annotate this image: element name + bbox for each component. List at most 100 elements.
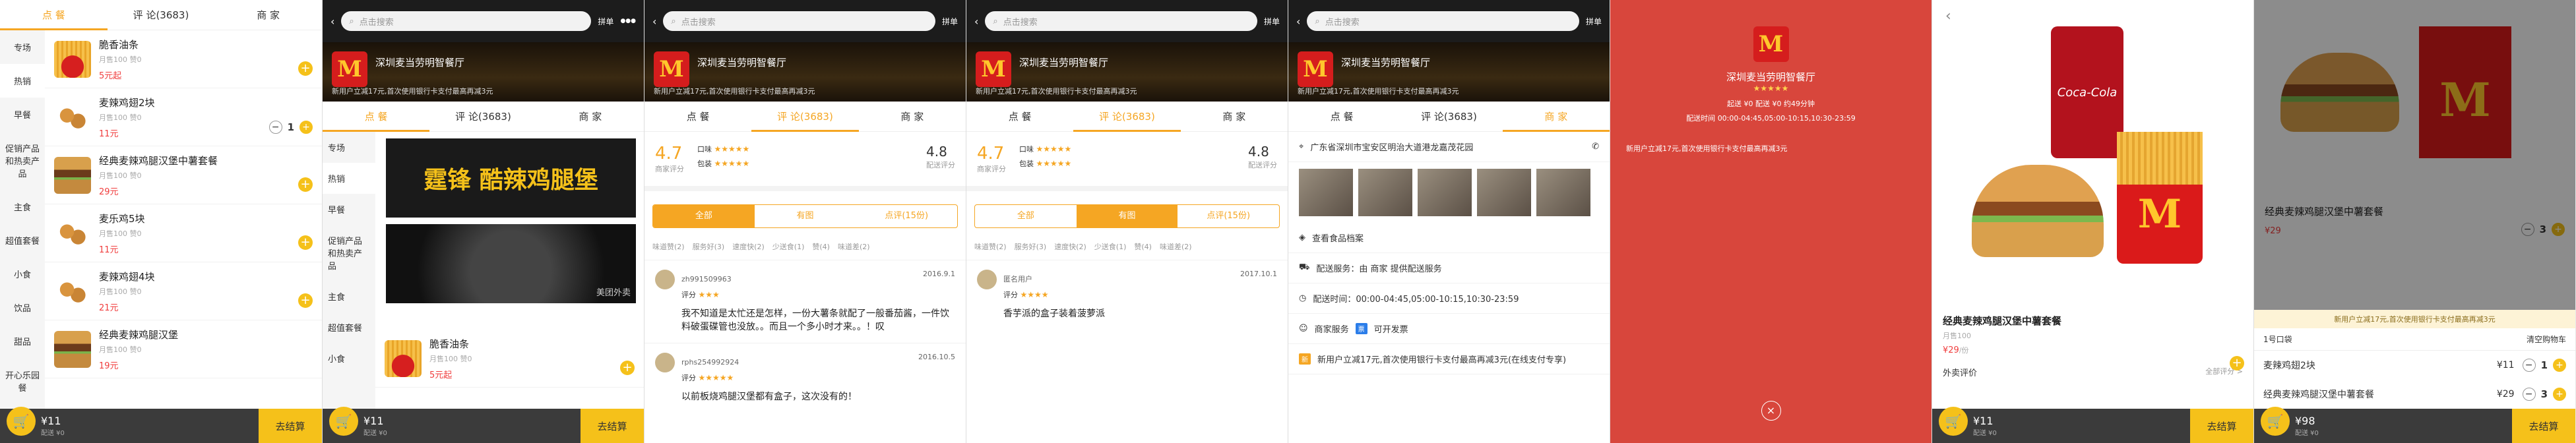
category-item[interactable]: 主食 — [323, 281, 375, 312]
tab-merchant[interactable]: 商 家 — [859, 102, 966, 132]
tab-order[interactable]: 点 餐 — [644, 102, 751, 132]
tab-merchant[interactable]: 商 家 — [214, 0, 322, 30]
category-item[interactable]: 热销 — [0, 64, 45, 98]
category-item[interactable]: 早餐 — [323, 194, 375, 225]
promo-banner[interactable]: 美团外卖 — [386, 224, 636, 303]
back-icon[interactable]: ‹ — [974, 15, 978, 28]
menu-item[interactable]: 麦辣鸡翅4块 月售100 赞0 21元 + — [45, 262, 322, 320]
filter-comment[interactable]: 点评(15份) — [856, 205, 957, 227]
share-button[interactable]: 拼单 — [598, 16, 613, 27]
tab-merchant[interactable]: 商 家 — [537, 102, 644, 132]
back-icon[interactable]: ‹ — [1945, 8, 1951, 24]
promo-banner[interactable]: 霆锋 酷辣鸡腿堡 — [386, 138, 636, 218]
tab-merchant[interactable]: 商 家 — [1181, 102, 1288, 132]
tag[interactable]: 味道赞(2) — [652, 241, 685, 252]
tag[interactable]: 速度快(2) — [1054, 241, 1086, 252]
filter-photo[interactable]: 有图 — [755, 205, 856, 227]
quantity-stepper[interactable]: −1 + — [2522, 359, 2566, 372]
add-button[interactable]: + — [298, 61, 313, 76]
filter-photo[interactable]: 有图 — [1076, 205, 1178, 227]
add-button[interactable]: + — [298, 235, 313, 250]
category-item[interactable]: 小食 — [323, 343, 375, 374]
menu-item[interactable]: 经典麦辣鸡腿汉堡中薯套餐 月售100 赞0 29元 + — [45, 146, 322, 204]
menu-item[interactable]: 麦辣鸡翅2块 月售100 赞0 11元 −1 + — [45, 88, 322, 146]
category-item[interactable]: 专场 — [323, 132, 375, 163]
qualification-row[interactable]: ◈ 查看食品档案 — [1288, 223, 1610, 253]
tab-order[interactable]: 点 餐 — [966, 102, 1073, 132]
minus-icon[interactable]: − — [2522, 388, 2536, 401]
shop-photo[interactable] — [1418, 169, 1472, 216]
tag[interactable]: 味道差(2) — [1160, 241, 1192, 252]
category-item[interactable]: 小食 — [0, 257, 45, 291]
shop-photo[interactable] — [1358, 169, 1412, 216]
checkout-button[interactable]: 去结算 — [259, 409, 322, 443]
close-icon[interactable]: × — [1761, 401, 1781, 421]
search-input[interactable]: ⌕ 点击搜索 — [341, 11, 592, 31]
menu-item[interactable]: 麦乐鸡5块 月售100 赞0 11元 + — [45, 204, 322, 262]
cart-icon[interactable]: 🛒 — [2261, 407, 2290, 436]
tab-reviews[interactable]: 评 论(3683) — [429, 102, 536, 132]
category-item[interactable]: 甜品 — [0, 324, 45, 358]
cart-icon[interactable]: 🛒 — [329, 407, 358, 436]
tag[interactable]: 服务好(3) — [1015, 241, 1047, 252]
share-button[interactable]: 拼单 — [942, 16, 958, 27]
clear-cart-button[interactable]: 清空购物车 — [2527, 334, 2566, 345]
category-item[interactable]: 促销产品和热卖产品 — [0, 131, 45, 190]
category-item[interactable]: 早餐 — [0, 98, 45, 131]
tab-order[interactable]: 点 餐 — [1288, 102, 1395, 132]
checkout-button[interactable]: 去结算 — [581, 409, 644, 443]
tag[interactable]: 味道差(2) — [838, 241, 870, 252]
tab-order[interactable]: 点 餐 — [0, 0, 108, 30]
add-button[interactable]: + — [298, 177, 313, 192]
menu-item[interactable]: 脆香油条 月售100 赞0 5元起 + — [45, 30, 322, 88]
filter-all[interactable]: 全部 — [653, 205, 755, 227]
add-button[interactable]: + — [298, 293, 313, 308]
tab-reviews[interactable]: 评 论(3683) — [751, 102, 859, 132]
category-item[interactable]: 专场 — [0, 30, 45, 64]
shop-photo[interactable] — [1299, 169, 1353, 216]
back-icon[interactable]: ‹ — [1296, 15, 1300, 28]
category-item[interactable]: 超值套餐 — [0, 223, 45, 257]
add-button[interactable]: + — [620, 361, 635, 375]
share-button[interactable]: 拼单 — [1586, 16, 1602, 27]
quantity-stepper[interactable]: −1 + — [268, 121, 313, 134]
back-icon[interactable]: ‹ — [652, 15, 656, 28]
category-item[interactable]: 饮品 — [0, 291, 45, 324]
tab-order[interactable]: 点 餐 — [323, 102, 430, 132]
tab-merchant[interactable]: 商 家 — [1502, 102, 1610, 132]
plus-icon[interactable]: + — [2553, 388, 2566, 401]
tab-reviews[interactable]: 评 论(3683) — [1073, 102, 1181, 132]
tag[interactable]: 服务好(3) — [693, 241, 725, 252]
minus-icon[interactable]: − — [268, 121, 282, 134]
filter-all[interactable]: 全部 — [975, 205, 1077, 227]
back-icon[interactable]: ‹ — [330, 15, 334, 28]
quantity-stepper[interactable]: −3 + — [2522, 388, 2566, 401]
tag[interactable]: 赞(4) — [1134, 241, 1152, 252]
filter-comment[interactable]: 点评(15份) — [1178, 205, 1279, 227]
minus-icon[interactable]: − — [2522, 359, 2536, 372]
cart-icon[interactable]: 🛒 — [1939, 407, 1968, 436]
category-item[interactable]: 超值套餐 — [323, 312, 375, 343]
category-item[interactable]: 热销 — [323, 163, 375, 194]
address-row[interactable]: ⌖ 广东省深圳市宝安区明治大道港龙嘉茂花园 ✆ — [1288, 132, 1610, 162]
search-input[interactable]: ⌕ 点击搜索 — [1307, 11, 1579, 31]
category-item[interactable]: 促销产品和热卖产品 — [323, 225, 375, 281]
plus-icon[interactable]: + — [299, 121, 313, 134]
checkout-button[interactable]: 去结算 — [2190, 409, 2253, 443]
cart-icon[interactable]: 🛒 — [7, 407, 36, 436]
add-button[interactable]: + — [2230, 356, 2244, 370]
more-icon[interactable]: ●●● — [620, 18, 636, 24]
plus-icon[interactable]: + — [2553, 359, 2566, 372]
checkout-button[interactable]: 去结算 — [2512, 409, 2575, 443]
tag[interactable]: 味道赞(2) — [974, 241, 1007, 252]
search-input[interactable]: ⌕ 点击搜索 — [663, 11, 935, 31]
search-input[interactable]: ⌕ 点击搜索 — [985, 11, 1257, 31]
tab-reviews[interactable]: 评 论(3683) — [108, 0, 215, 30]
tag[interactable]: 少送食(1) — [772, 241, 805, 252]
tag[interactable]: 少送食(1) — [1094, 241, 1127, 252]
category-item[interactable]: 开心乐园餐 — [0, 358, 45, 404]
tag[interactable]: 速度快(2) — [732, 241, 765, 252]
menu-item[interactable]: 脆香油条 月售100 赞0 5元起 + — [375, 330, 644, 388]
menu-item[interactable]: 经典麦辣鸡腿汉堡 月售100 赞0 19元 — [45, 320, 322, 378]
shop-photo[interactable] — [1477, 169, 1531, 216]
